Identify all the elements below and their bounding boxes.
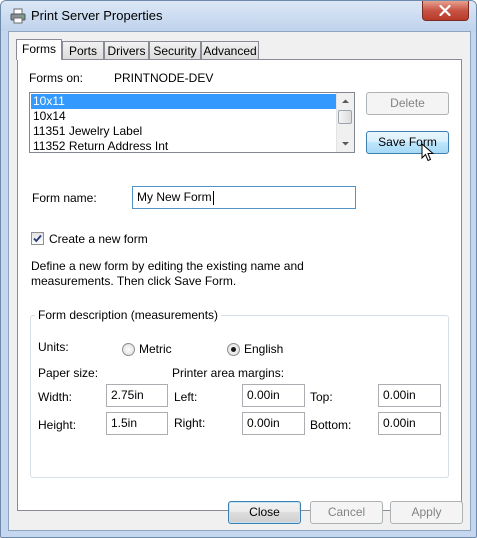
list-item[interactable]: 11352 Return Address Int xyxy=(31,139,337,153)
create-new-form-checkbox[interactable] xyxy=(31,232,44,245)
close-button[interactable]: Close xyxy=(228,501,301,524)
tab-ports-label: Ports xyxy=(68,44,97,58)
title-bar[interactable]: Print Server Properties xyxy=(1,1,476,31)
metric-label: Metric xyxy=(139,342,172,356)
list-item[interactable]: 11351 Jewelry Label xyxy=(31,124,337,139)
server-name: PRINTNODE-DEV xyxy=(114,71,214,85)
metric-radio[interactable] xyxy=(122,343,135,356)
tab-advanced[interactable]: Advanced xyxy=(201,41,259,59)
forms-list[interactable]: 10x11 10x14 11351 Jewelry Label 11352 Re… xyxy=(29,92,355,153)
bottom-label: Bottom: xyxy=(310,418,352,432)
right-margin-input[interactable]: 0.00in xyxy=(242,412,305,435)
radio-selected-dot xyxy=(231,347,236,352)
printer-icon xyxy=(10,8,26,24)
tab-drivers-label: Drivers xyxy=(107,44,146,58)
window-title: Print Server Properties xyxy=(31,8,163,23)
top-margin-input[interactable]: 0.00in xyxy=(378,384,441,407)
left-margin-input[interactable]: 0.00in xyxy=(242,384,305,407)
scroll-up-arrow-icon[interactable] xyxy=(337,93,354,110)
forms-on-label: Forms on: xyxy=(29,71,84,85)
description-line-1: Define a new form by editing the existin… xyxy=(31,259,304,273)
list-item[interactable]: 10x14 xyxy=(31,109,337,124)
height-input[interactable]: 1.5in xyxy=(106,412,168,435)
height-label: Height: xyxy=(38,418,77,432)
apply-button[interactable]: Apply xyxy=(390,501,463,524)
tab-security-label: Security xyxy=(153,44,197,58)
printer-margins-label: Printer area margins: xyxy=(172,366,285,380)
delete-button[interactable]: Delete xyxy=(366,92,449,115)
tab-ports[interactable]: Ports xyxy=(62,41,104,59)
close-icon xyxy=(439,5,451,16)
tab-security[interactable]: Security xyxy=(149,41,201,59)
tab-forms-label: Forms xyxy=(22,42,56,56)
save-form-button[interactable]: Save Form xyxy=(366,131,449,154)
english-label: English xyxy=(244,342,284,356)
top-label: Top: xyxy=(310,390,333,404)
left-label: Left: xyxy=(174,390,198,404)
width-label: Width: xyxy=(38,390,73,404)
close-window-button[interactable] xyxy=(422,1,469,21)
scroll-down-arrow-icon[interactable] xyxy=(337,135,354,152)
form-name-value: My New Form xyxy=(137,190,212,204)
form-description-legend: Form description (measurements) xyxy=(35,308,222,322)
units-label: Units: xyxy=(38,340,69,354)
list-item[interactable]: 10x11 xyxy=(31,94,337,109)
text-caret xyxy=(212,190,214,205)
scroll-thumb[interactable] xyxy=(338,110,352,124)
english-radio[interactable] xyxy=(227,343,240,356)
mouse-pointer-icon xyxy=(421,143,435,162)
right-label: Right: xyxy=(174,416,206,430)
cancel-button[interactable]: Cancel xyxy=(310,501,383,524)
print-server-properties-window: Print Server Properties Forms Ports Driv… xyxy=(0,0,477,538)
description-line-2: measurements. Then click Save Form. xyxy=(31,274,237,288)
form-name-label: Form name: xyxy=(32,191,97,205)
dialog-client-area: Forms Ports Drivers Security Advanced Fo… xyxy=(8,31,471,531)
width-input[interactable]: 2.75in xyxy=(106,384,168,407)
tab-forms[interactable]: Forms xyxy=(16,39,62,60)
form-name-input[interactable]: My New Form xyxy=(132,186,356,209)
bottom-margin-input[interactable]: 0.00in xyxy=(378,412,441,435)
create-new-form-label: Create a new form xyxy=(49,232,148,246)
list-scrollbar[interactable] xyxy=(336,93,354,152)
tab-drivers[interactable]: Drivers xyxy=(104,41,149,59)
checkmark-icon xyxy=(33,234,42,243)
tab-advanced-label: Advanced xyxy=(203,44,257,58)
paper-size-label: Paper size: xyxy=(38,366,99,380)
